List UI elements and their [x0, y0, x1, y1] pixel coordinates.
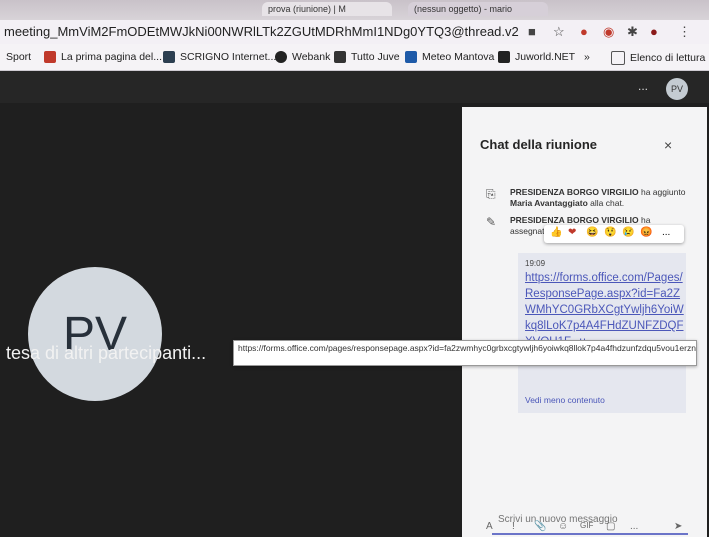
chat-event-added: PRESIDENZA BORGO VIRGILIO ha aggiunto Ma…: [510, 187, 690, 209]
bank-icon: [163, 51, 175, 63]
record-icon[interactable]: ◉: [603, 24, 614, 40]
bookmarks-more-button[interactable]: »: [584, 51, 590, 63]
chat-message[interactable]: 19:09 https://forms.office.com/Pages/Res…: [518, 253, 686, 413]
chat-panel: Chat della riunione × ⎘ PRESIDENZA BORGO…: [462, 107, 707, 537]
bookmark-label: Sport: [6, 51, 32, 63]
reading-list-icon: [611, 51, 625, 65]
bookmark-label: SCRIGNO Internet...: [180, 51, 277, 63]
send-icon[interactable]: ➤: [674, 521, 682, 532]
weather-icon: [405, 51, 417, 63]
more-actions-button[interactable]: ...: [662, 227, 670, 238]
star-icon[interactable]: ☆: [553, 24, 565, 40]
newspaper-icon: [44, 51, 56, 63]
pencil-icon: ✎: [486, 215, 497, 229]
show-less-link[interactable]: Vedi meno contenuto: [525, 395, 605, 405]
emoji-icon[interactable]: ☺: [558, 521, 568, 532]
bookmark-juworld[interactable]: Juworld.NET: [498, 51, 575, 63]
chat-title: Chat della riunione: [480, 137, 598, 152]
tab-meeting[interactable]: prova (riunione) | M: [262, 2, 392, 16]
link-tooltip: https://forms.office.com/pages/responsep…: [233, 340, 697, 366]
message-link[interactable]: https://forms.office.com/Pages/ResponseP…: [525, 270, 685, 350]
event-text: alla chat.: [587, 198, 625, 208]
format-icon[interactable]: A: [486, 521, 493, 532]
close-chat-button[interactable]: ×: [664, 137, 672, 153]
tab-bar: prova (riunione) | M (nessun oggetto) - …: [0, 0, 709, 20]
bookmark-tutto-juve[interactable]: Tutto Juve: [334, 51, 400, 63]
bookmark-label: Webank: [292, 51, 331, 63]
screen: prova (riunione) | M (nessun oggetto) - …: [0, 0, 709, 537]
more-options-button[interactable]: ...: [638, 79, 648, 93]
bookmark-meteo[interactable]: Meteo Mantova: [405, 51, 494, 63]
event-actor: PRESIDENZA BORGO VIRGILIO: [510, 215, 639, 225]
event-actor: PRESIDENZA BORGO VIRGILIO: [510, 187, 639, 197]
bookmark-prima-pagina[interactable]: La prima pagina del...: [44, 51, 162, 63]
sad-reaction-icon[interactable]: 😢: [622, 227, 634, 238]
like-reaction-icon[interactable]: 👍: [550, 227, 562, 238]
heart-reaction-icon[interactable]: ❤: [568, 227, 576, 238]
event-text: ha aggiunto: [638, 187, 686, 197]
address-bar[interactable]: meeting_MmViM2FmODEtMWJkNi00NWRlLTk2ZGUt…: [0, 20, 709, 45]
more-chevron-icon: »: [584, 51, 590, 63]
meeting-stage: ... PV PV tesa di altri partecipanti... …: [0, 71, 709, 537]
laugh-reaction-icon[interactable]: 😆: [586, 227, 598, 238]
bookmark-scrigno[interactable]: SCRIGNO Internet...: [163, 51, 276, 63]
event-subject: Maria Avantaggiato: [510, 198, 588, 208]
bookmark-label: La prima pagina del...: [61, 51, 162, 63]
globe-icon: [275, 51, 287, 63]
tab-mail[interactable]: (nessun oggetto) - mario: [408, 2, 548, 16]
camera-icon[interactable]: ■: [528, 24, 536, 39]
bookmark-label: Tutto Juve: [351, 51, 400, 63]
juve-icon: [334, 51, 346, 63]
message-time: 19:09: [525, 259, 546, 268]
profile-icon[interactable]: ●: [650, 24, 658, 39]
waiting-message: tesa di altri partecipanti...: [6, 343, 207, 363]
angry-reaction-icon[interactable]: 😡: [640, 227, 652, 238]
sticker-icon[interactable]: ▢: [606, 521, 615, 532]
gif-icon[interactable]: GIF: [580, 521, 593, 530]
bookmark-sport[interactable]: Sport: [6, 51, 31, 63]
user-avatar[interactable]: PV: [666, 78, 688, 100]
participant-avatar: PV: [28, 267, 162, 401]
puzzle-icon[interactable]: ✱: [627, 24, 638, 40]
reading-list-label: Elenco di lettura: [630, 52, 706, 64]
attach-icon[interactable]: 📎: [534, 521, 546, 532]
more-tools-button[interactable]: ...: [630, 521, 638, 532]
meeting-header: ... PV: [0, 71, 709, 103]
add-person-icon: ⎘: [486, 187, 496, 201]
bookmark-label: Meteo Mantova: [422, 51, 495, 63]
menu-icon[interactable]: ⋮: [678, 24, 691, 40]
surprised-reaction-icon[interactable]: 😲: [604, 227, 616, 238]
important-icon[interactable]: !: [512, 521, 515, 532]
bookmark-label: Juworld.NET: [515, 51, 576, 63]
reaction-bar: 👍 ❤ 😆 😲 😢 😡 ...: [544, 225, 684, 243]
url-text[interactable]: meeting_MmViM2FmODEtMWJkNi00NWRlLTk2ZGUt…: [4, 24, 519, 39]
extension-icon[interactable]: ●: [580, 24, 588, 39]
juworld-icon: [498, 51, 510, 63]
bookmarks-bar: Sport La prima pagina del... SCRIGNO Int…: [0, 44, 709, 71]
reading-list-button[interactable]: Elenco di lettura: [611, 51, 705, 65]
bookmark-webank[interactable]: Webank: [275, 51, 330, 63]
